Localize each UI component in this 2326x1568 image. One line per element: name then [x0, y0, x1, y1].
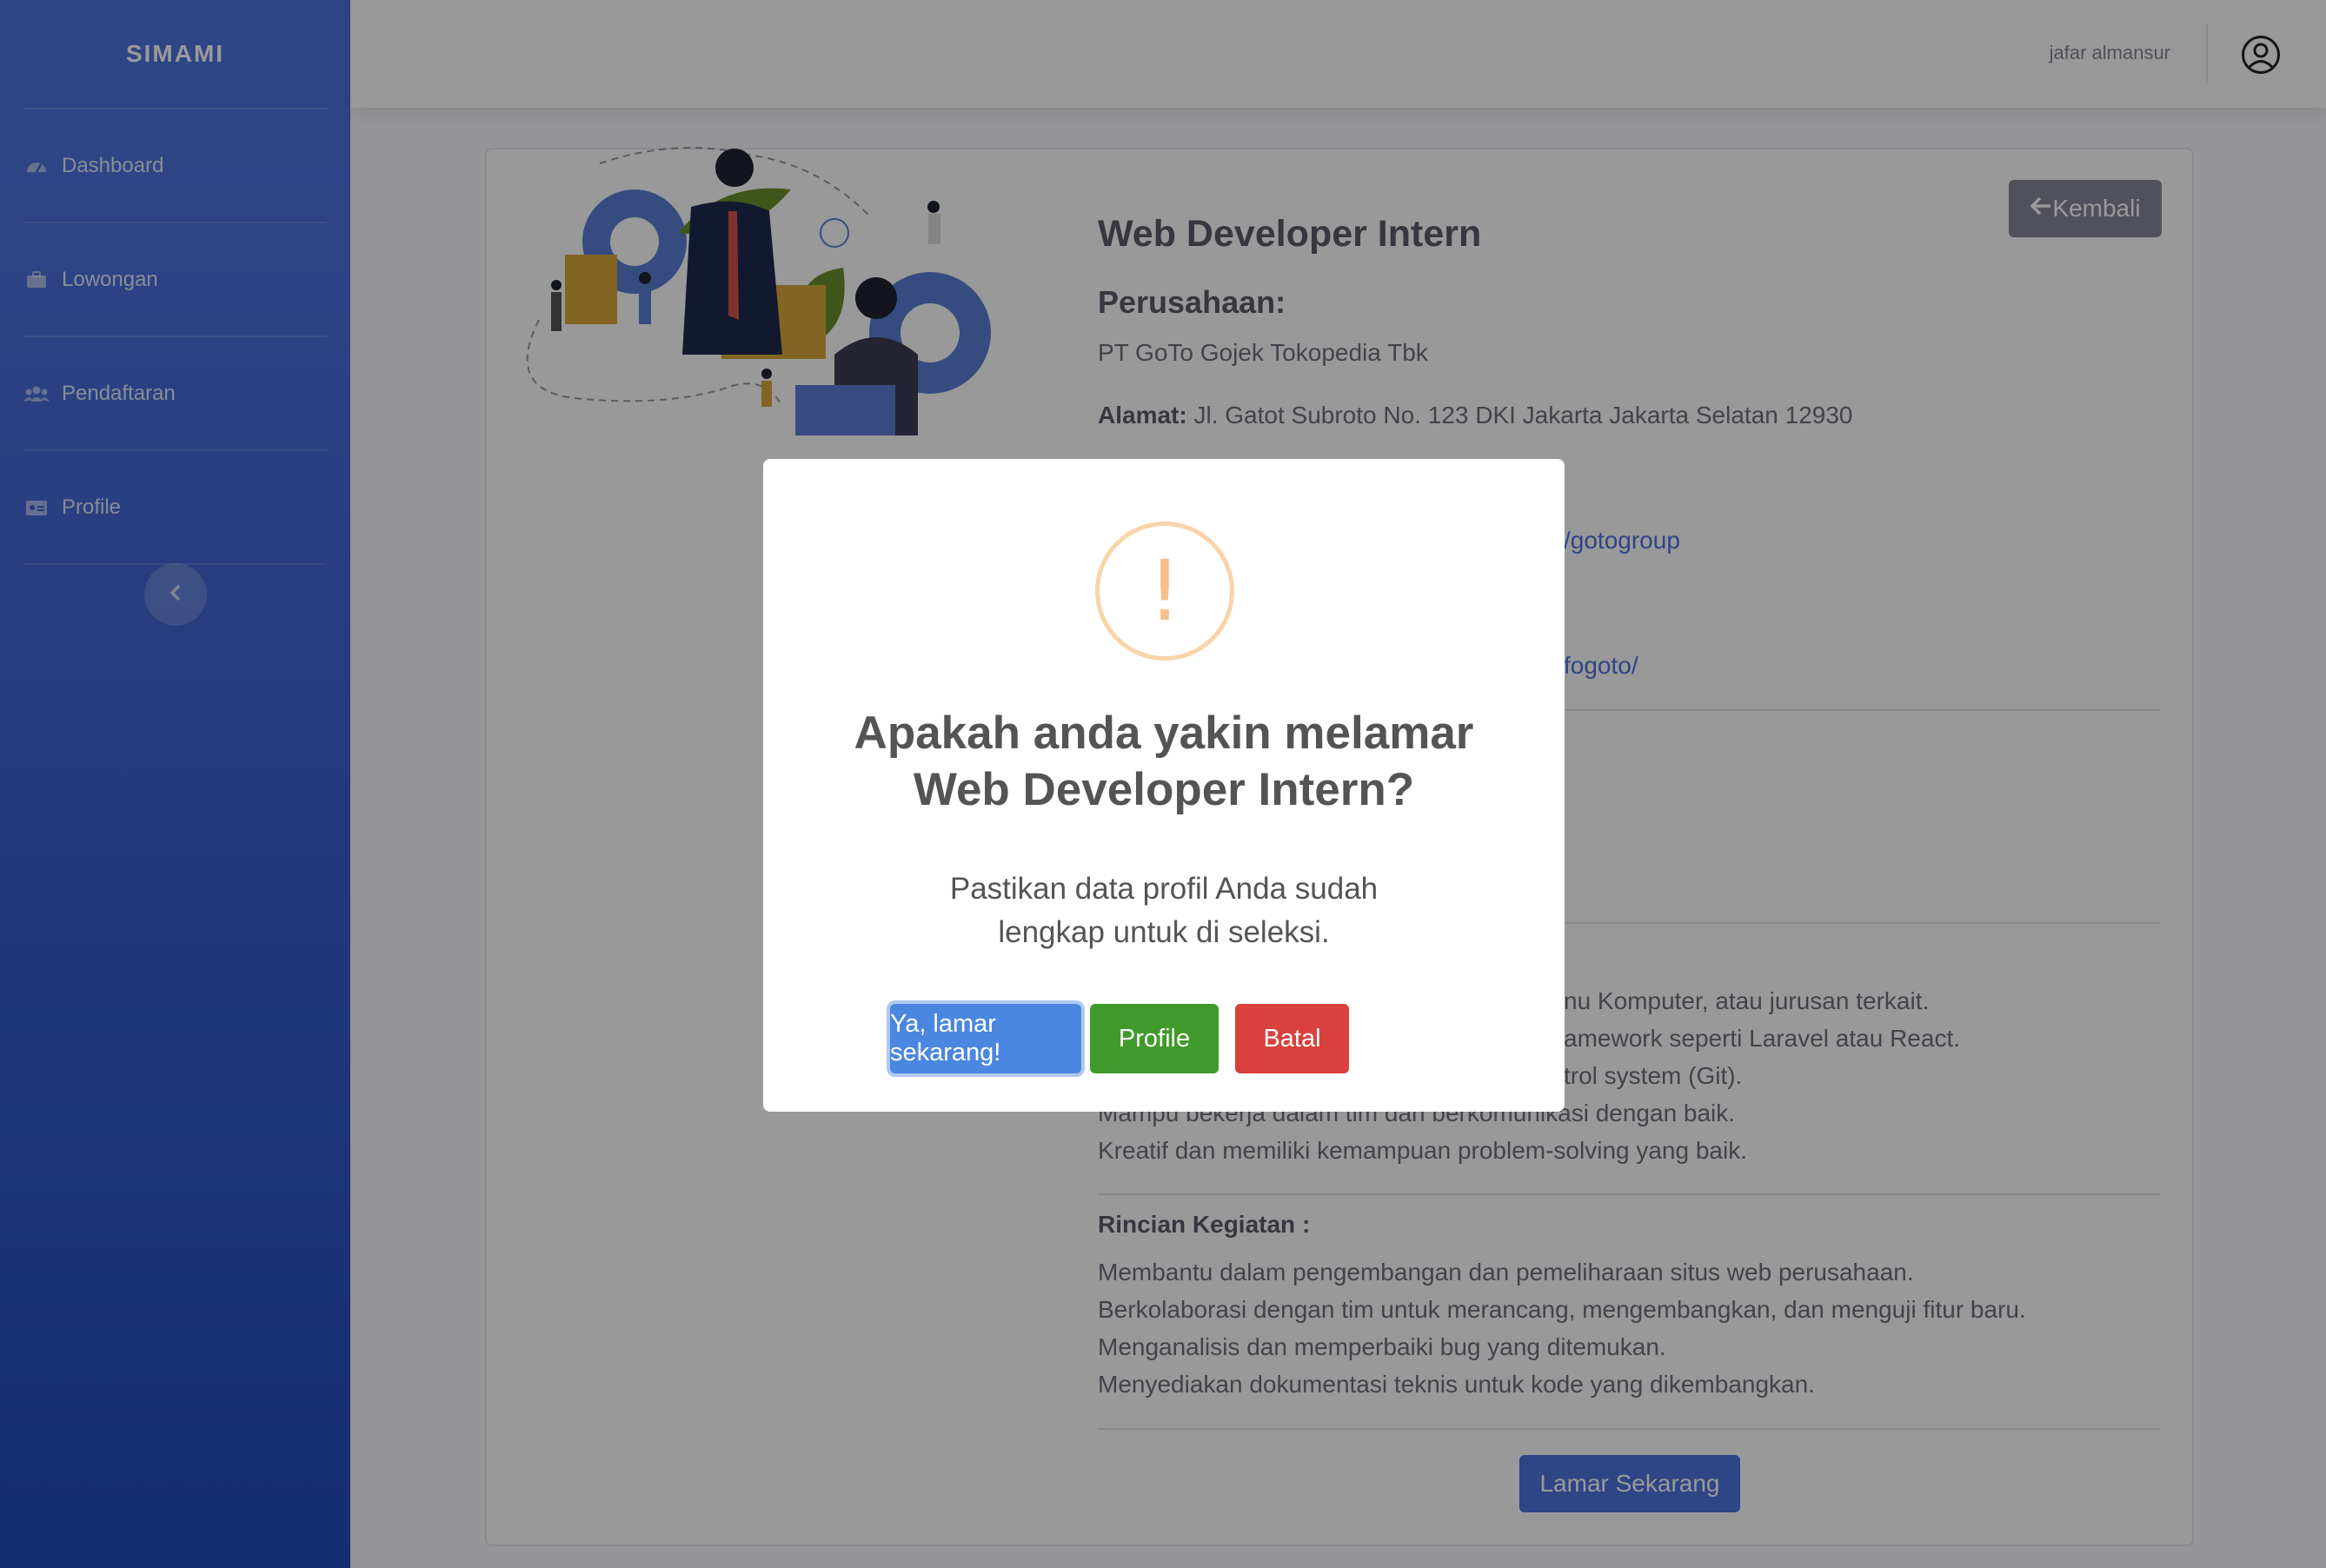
dialog-title-line: Web Developer Intern?: [913, 764, 1415, 815]
dialog-title-line: Apakah anda yakin melamar: [854, 708, 1474, 759]
dialog-message-line: Pastikan data profil Anda sudah: [949, 872, 1379, 906]
dialog-title: Apakah anda yakin melamar Web Developer …: [798, 705, 1530, 818]
confirm-apply-button[interactable]: Ya, lamar sekarang!: [890, 1004, 1081, 1073]
warning-icon-glyph: !: [1147, 542, 1182, 640]
warning-icon: !: [1095, 522, 1234, 661]
dialog-message: Pastikan data profil Anda sudah lengkap …: [867, 867, 1460, 954]
profile-button[interactable]: Profile: [1090, 1004, 1219, 1073]
confirm-dialog: ! Apakah anda yakin melamar Web Develope…: [763, 459, 1565, 1112]
dialog-message-line: lengkap untuk di seleksi.: [998, 915, 1330, 949]
cancel-button[interactable]: Batal: [1235, 1004, 1349, 1073]
